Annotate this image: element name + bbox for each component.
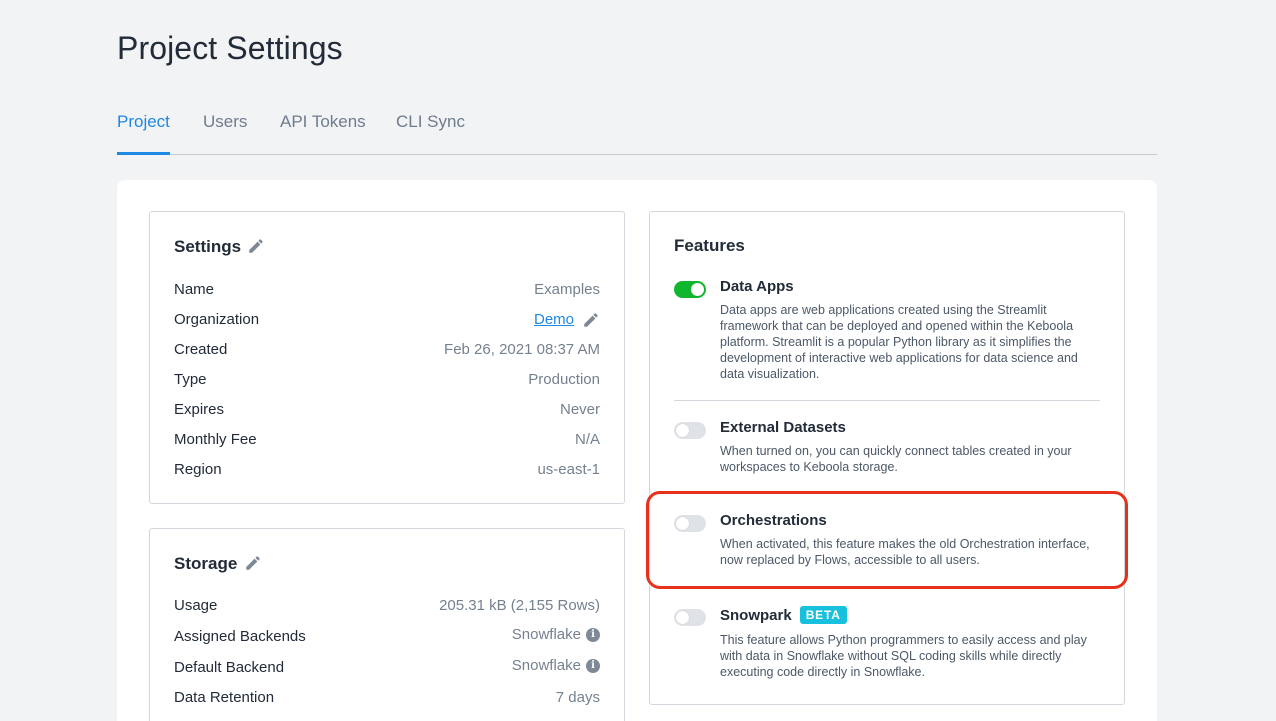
- storage-title: Storage: [174, 554, 238, 573]
- organization-label: Organization: [174, 311, 260, 328]
- usage-value: 205.31 kB (2,155 Rows): [439, 597, 600, 614]
- feature-name: Snowpark: [720, 607, 792, 624]
- pencil-icon[interactable]: [244, 554, 262, 572]
- features-title: Features: [674, 236, 745, 255]
- data-retention-value: 7 days: [555, 689, 600, 706]
- organization-value[interactable]: Demo: [534, 311, 574, 328]
- default-backend-value: Snowflake: [511, 657, 581, 674]
- created-label: Created: [174, 341, 228, 358]
- edit-organization-pencil-icon[interactable]: [582, 311, 600, 329]
- feature-data-apps: Data Apps Data apps are web applications…: [674, 278, 1104, 388]
- feature-description: When turned on, you can quickly connect …: [720, 444, 1072, 474]
- assigned-backends-value: Snowflake: [511, 626, 581, 643]
- pencil-icon[interactable]: [247, 237, 265, 255]
- info-icon[interactable]: i: [586, 628, 600, 642]
- storage-panel: Storage Usage 205.31 kB (2,155 Rows) Ass…: [149, 528, 625, 721]
- toggle-knob: [676, 424, 689, 437]
- expires-label: Expires: [174, 401, 225, 418]
- settings-title: Settings: [174, 237, 242, 256]
- tab-bar: Project Users API Tokens CLI Sync: [117, 110, 1157, 155]
- feature-description: This feature allows Python programmers t…: [720, 633, 1087, 679]
- monthly-fee-value: N/A: [574, 431, 600, 448]
- type-value: Production: [528, 371, 600, 388]
- feature-external-datasets: External Datasets When turned on, you ca…: [674, 419, 1104, 479]
- external-datasets-toggle[interactable]: [674, 422, 706, 439]
- info-icon[interactable]: i: [586, 659, 600, 673]
- snowpark-toggle[interactable]: [674, 609, 706, 626]
- feature-snowpark: Snowpark BETA This feature allows Python …: [674, 606, 1104, 686]
- tab-cli-sync[interactable]: CLI Sync: [396, 110, 465, 155]
- feature-name-wrap: Snowpark BETA: [720, 606, 847, 624]
- tab-api-tokens[interactable]: API Tokens: [280, 110, 366, 155]
- feature-name: External Datasets: [720, 419, 846, 436]
- default-backend-label: Default Backend: [174, 659, 285, 676]
- expires-value: Never: [559, 401, 600, 418]
- region-value: us-east-1: [537, 461, 600, 478]
- type-label: Type: [174, 371, 207, 388]
- assigned-backends-label: Assigned Backends: [174, 628, 306, 645]
- data-retention-label: Data Retention: [174, 689, 275, 706]
- tab-project[interactable]: Project: [117, 110, 170, 155]
- organization-link[interactable]: Demo: [534, 311, 574, 328]
- page-title: Project Settings: [117, 30, 343, 66]
- monthly-fee-label: Monthly Fee: [174, 431, 257, 448]
- feature-description: Data apps are web applications created u…: [720, 303, 1078, 381]
- assigned-backends-value-wrap: Snowflake i: [512, 626, 600, 643]
- features-panel: Features Data Apps Data apps are web app…: [649, 211, 1125, 705]
- toggle-knob: [676, 611, 689, 624]
- orchestrations-highlight: [646, 491, 1128, 589]
- feature-name: Data Apps: [720, 278, 794, 295]
- default-backend-value-wrap: Snowflake i: [512, 657, 600, 674]
- beta-badge: BETA: [799, 606, 847, 624]
- tab-users[interactable]: Users: [203, 110, 247, 155]
- feature-divider: [674, 400, 1100, 401]
- usage-label: Usage: [174, 597, 218, 614]
- name-value: Examples: [534, 281, 600, 298]
- created-value: Feb 26, 2021 08:37 AM: [444, 341, 600, 358]
- region-label: Region: [174, 461, 222, 478]
- data-apps-toggle[interactable]: [674, 281, 706, 298]
- settings-panel: Settings Name Examples Organization Demo…: [149, 211, 625, 504]
- name-label: Name: [174, 281, 215, 298]
- toggle-knob: [691, 283, 704, 296]
